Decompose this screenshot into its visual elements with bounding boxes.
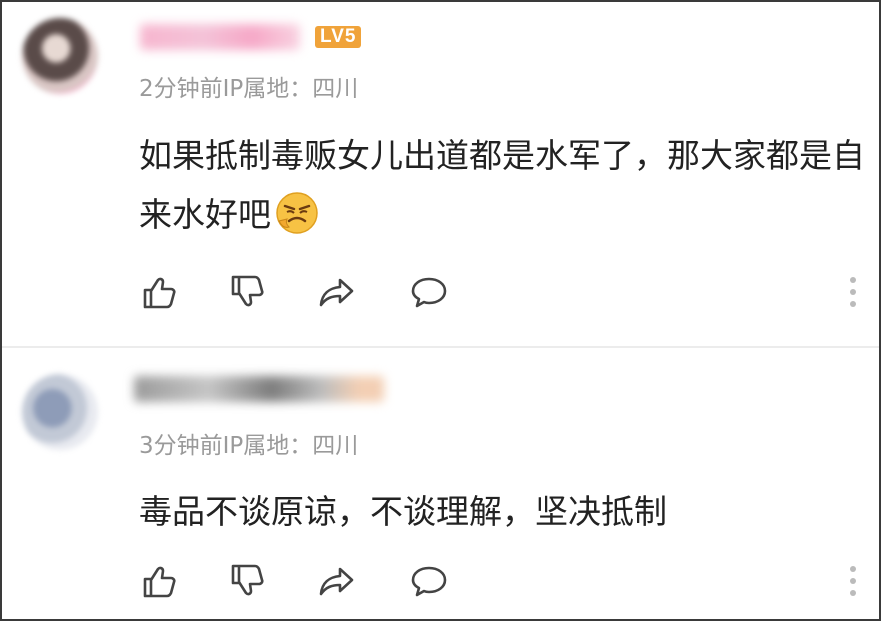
share-icon[interactable]	[317, 561, 357, 601]
more-icon[interactable]	[841, 563, 865, 599]
comment-actions	[139, 272, 869, 312]
username-blurred[interactable]	[134, 376, 384, 402]
comment-list: LV5 2分钟前IP属地：四川 如果抵制毒贩女儿出道都是水军了，那大家都是自来水…	[0, 0, 881, 621]
level-badge: LV5	[315, 26, 362, 48]
share-icon[interactable]	[317, 272, 357, 312]
thumbs-down-icon[interactable]	[227, 272, 267, 312]
comment-text-wrap: 如果抵制毒贩女儿出道都是水军了，那大家都是自来水好吧	[139, 126, 869, 244]
thumbs-up-icon[interactable]	[139, 561, 179, 601]
thumbs-down-icon[interactable]	[227, 561, 267, 601]
avatar[interactable]	[22, 18, 98, 94]
thumbs-up-icon[interactable]	[139, 272, 179, 312]
username-blurred[interactable]	[140, 24, 300, 50]
comment-actions	[139, 561, 869, 601]
comment-text: 如果抵制毒贩女儿出道都是水军了，那大家都是自来水好吧	[139, 136, 865, 234]
comment-text: 毒品不谈原谅，不谈理解，坚决抵制	[139, 492, 667, 531]
angry-face-emoji-icon	[275, 191, 319, 235]
reply-icon[interactable]	[409, 561, 449, 601]
avatar[interactable]	[22, 374, 98, 450]
reply-icon[interactable]	[409, 272, 449, 312]
comment-item: LV5 2分钟前IP属地：四川 如果抵制毒贩女儿出道都是水军了，那大家都是自来水…	[2, 2, 879, 346]
more-icon[interactable]	[841, 274, 865, 310]
comment-meta: 2分钟前IP属地：四川	[139, 76, 359, 102]
comment-meta: 3分钟前IP属地：四川	[139, 433, 359, 459]
comment-item: 3分钟前IP属地：四川 毒品不谈原谅，不谈理解，坚决抵制	[2, 348, 879, 619]
